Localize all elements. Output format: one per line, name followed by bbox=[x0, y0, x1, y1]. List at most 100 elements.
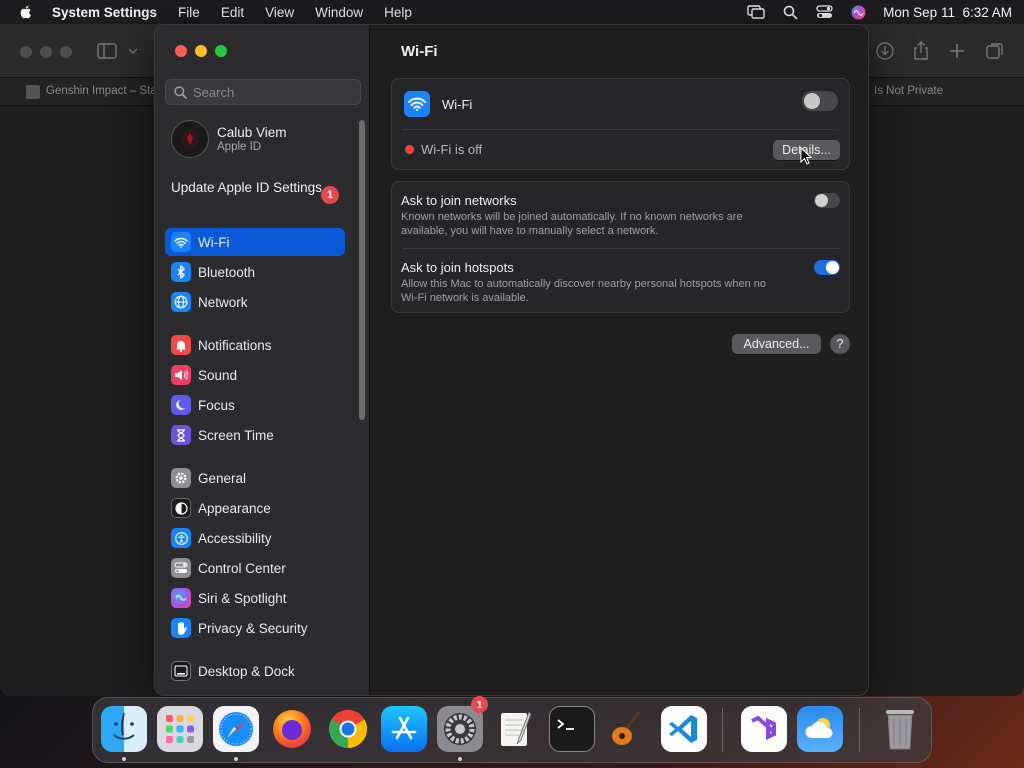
sidebar-search[interactable] bbox=[165, 79, 361, 105]
dock-finder[interactable] bbox=[101, 706, 147, 752]
sidebar-item-label: Desktop & Dock bbox=[198, 663, 295, 679]
dock-firefox[interactable] bbox=[269, 706, 315, 752]
browser-zoom-dot[interactable] bbox=[60, 46, 72, 58]
menu-window[interactable]: Window bbox=[315, 5, 363, 20]
dock-terminal[interactable] bbox=[549, 706, 595, 752]
zoom-window-button[interactable] bbox=[215, 45, 227, 57]
avatar bbox=[171, 120, 209, 158]
sidebar-item-accessibility[interactable]: Accessibility bbox=[165, 524, 345, 552]
apple-menu-icon[interactable] bbox=[18, 4, 34, 20]
ask-hotspots-title: Ask to join hotspots bbox=[401, 260, 514, 275]
screen-mirroring-icon[interactable] bbox=[747, 4, 765, 20]
browser-tab-left[interactable]: Genshin Impact – Sta bbox=[46, 85, 157, 97]
sidebar-item-wifi[interactable]: Wi-Fi bbox=[165, 228, 345, 256]
ask-hotspots-toggle[interactable] bbox=[814, 260, 840, 275]
sidebar-item-label: General bbox=[198, 470, 247, 486]
sidebar-item-siri-spotlight[interactable]: Siri & Spotlight bbox=[165, 584, 345, 612]
sidebar-item-desktop-dock[interactable]: Desktop & Dock bbox=[165, 657, 345, 685]
advanced-button[interactable]: Advanced... bbox=[732, 334, 821, 354]
bell-icon bbox=[171, 335, 191, 355]
browser-minimize-dot[interactable] bbox=[40, 46, 52, 58]
help-button[interactable]: ? bbox=[830, 334, 850, 354]
menu-edit[interactable]: Edit bbox=[221, 5, 244, 20]
sidebar-item-bluetooth[interactable]: Bluetooth bbox=[165, 258, 345, 286]
browser-tab-right[interactable]: Is Not Private bbox=[874, 85, 943, 97]
search-input[interactable] bbox=[193, 84, 353, 100]
sidebar-item-sound[interactable]: Sound bbox=[165, 361, 345, 389]
dock: 1 bbox=[92, 696, 932, 763]
menu-clock[interactable]: Mon Sep 11 6:32 AM bbox=[883, 5, 1012, 20]
appearance-icon bbox=[171, 498, 191, 518]
moon-icon bbox=[171, 395, 191, 415]
dock-vscode[interactable] bbox=[661, 706, 707, 752]
dock-icon bbox=[171, 661, 191, 681]
new-tab-plus-icon[interactable] bbox=[946, 40, 968, 62]
menu-help[interactable]: Help bbox=[384, 5, 412, 20]
sidebar-item-appearance[interactable]: Appearance bbox=[165, 494, 345, 522]
menu-view[interactable]: View bbox=[265, 5, 294, 20]
dock-separator bbox=[722, 708, 723, 752]
update-apple-id-settings[interactable]: Update Apple ID Settings bbox=[171, 180, 341, 196]
wifi-status-text: Wi-Fi is off bbox=[421, 142, 483, 157]
chevron-down-icon[interactable] bbox=[126, 40, 140, 62]
running-indicator bbox=[234, 757, 238, 761]
ask-networks-toggle-knob bbox=[815, 194, 828, 207]
ask-networks-toggle[interactable] bbox=[814, 193, 840, 208]
sidebar-item-notifications[interactable]: Notifications bbox=[165, 331, 345, 359]
browser-close-dot[interactable] bbox=[20, 46, 32, 58]
system-settings-badge: 1 bbox=[471, 696, 488, 713]
running-indicator bbox=[122, 757, 126, 761]
accessibility-icon bbox=[171, 528, 191, 548]
control-center-icon[interactable] bbox=[815, 4, 833, 20]
ask-networks-desc-2: available, you will have to manually sel… bbox=[401, 225, 659, 237]
sidebar-item-label: Network bbox=[198, 294, 248, 310]
dock-launchpad[interactable] bbox=[157, 706, 203, 752]
app-store-icon bbox=[391, 716, 417, 740]
ask-hotspots-toggle-knob bbox=[826, 261, 839, 274]
sidebar-item-focus[interactable]: Focus bbox=[165, 391, 345, 419]
dock-chrome[interactable] bbox=[325, 706, 371, 752]
sidebar-toggle-icon[interactable] bbox=[96, 40, 118, 62]
dock-trash[interactable] bbox=[877, 706, 923, 752]
sidebar-item-screen-time[interactable]: Screen Time bbox=[165, 421, 345, 449]
download-icon[interactable] bbox=[874, 40, 896, 62]
share-icon[interactable] bbox=[910, 40, 932, 62]
page-title: Wi-Fi bbox=[401, 43, 438, 60]
chrome-icon bbox=[328, 709, 368, 749]
dock-safari[interactable] bbox=[213, 706, 259, 752]
profile-subtitle: Apple ID bbox=[217, 141, 262, 153]
menu-app-name[interactable]: System Settings bbox=[52, 5, 157, 20]
sidebar-scrollbar[interactable] bbox=[359, 120, 365, 420]
dock-separator bbox=[859, 708, 860, 752]
vscode-icon bbox=[669, 715, 697, 743]
sidebar-item-privacy-security[interactable]: Privacy & Security bbox=[165, 614, 345, 642]
sidebar-item-label: Accessibility bbox=[198, 530, 272, 546]
safari-compass-icon bbox=[219, 712, 253, 746]
dock-system-settings[interactable] bbox=[437, 706, 483, 752]
dock-visual-studio[interactable] bbox=[741, 706, 787, 752]
apple-id-profile[interactable]: Calub Viem Apple ID bbox=[171, 120, 287, 158]
wifi-label: Wi-Fi bbox=[442, 97, 473, 112]
dock-garageband[interactable] bbox=[605, 706, 651, 752]
wifi-toggle-knob bbox=[804, 93, 820, 109]
minimize-window-button[interactable] bbox=[195, 45, 207, 57]
dock-textedit[interactable] bbox=[493, 706, 539, 752]
siri-icon[interactable] bbox=[849, 4, 867, 20]
sidebar-item-general[interactable]: General bbox=[165, 464, 345, 492]
sidebar-item-label: Privacy & Security bbox=[198, 620, 308, 636]
sidebar-item-network[interactable]: Network bbox=[165, 288, 345, 316]
finder-icon bbox=[113, 712, 135, 740]
visual-studio-icon bbox=[751, 715, 776, 741]
sidebar-item-label: Appearance bbox=[198, 500, 271, 516]
system-settings-window: Calub Viem Apple ID Update Apple ID Sett… bbox=[154, 24, 869, 696]
menu-file[interactable]: File bbox=[178, 5, 200, 20]
dock-app-store[interactable] bbox=[381, 706, 427, 752]
close-window-button[interactable] bbox=[175, 45, 187, 57]
sidebar-item-label: Siri & Spotlight bbox=[198, 590, 287, 606]
wifi-icon bbox=[171, 232, 191, 252]
tab-overview-icon[interactable] bbox=[984, 40, 1006, 62]
sidebar-item-control-center[interactable]: Control Center bbox=[165, 554, 345, 582]
wifi-toggle[interactable] bbox=[802, 91, 838, 111]
spotlight-search-icon[interactable] bbox=[781, 4, 799, 20]
dock-weather[interactable] bbox=[797, 706, 843, 752]
